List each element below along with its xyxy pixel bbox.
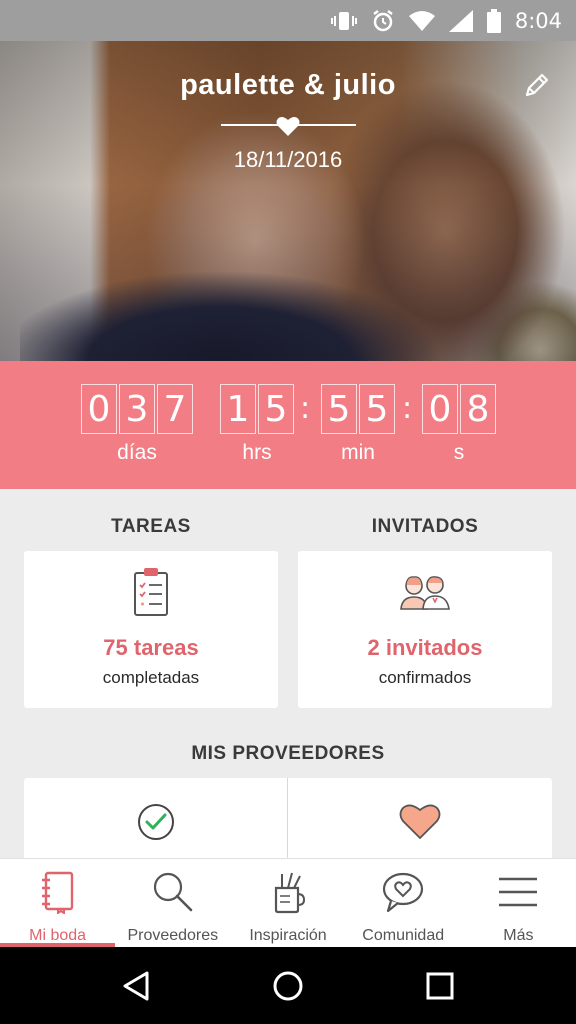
providers-title: MIS PROVEEDORES (191, 743, 385, 764)
nav-label: Más (503, 927, 534, 944)
tasks-count: 75 tareas (103, 635, 199, 660)
countdown-seconds: 0 8 (422, 384, 496, 434)
photo-shading (20, 241, 440, 361)
nav-item-inspiracion[interactable]: Inspiración (230, 859, 345, 947)
nav-label: Proveedores (127, 927, 219, 944)
countdown-digit: 5 (321, 384, 357, 434)
wifi-icon (408, 10, 435, 32)
back-triangle-icon (123, 971, 149, 1000)
guests-title: INVITADOS (371, 516, 479, 537)
system-nav-bar (0, 947, 576, 1024)
nav-item-mas[interactable]: Más (461, 859, 576, 947)
bottom-nav: Mi boda Proveedores Inspiración Comunida… (0, 858, 576, 947)
pencil-icon (525, 73, 549, 97)
guests-subtitle: confirmados (378, 668, 472, 687)
chat-heart-icon (380, 869, 426, 915)
menu-icon (495, 869, 541, 915)
nav-label: Mi boda (29, 927, 87, 944)
countdown: 0 3 7 1 5 : 5 5 : 0 8 días hrs min s (0, 361, 576, 489)
couple-names: paulette & julio (180, 69, 396, 101)
countdown-days: 0 3 7 (81, 384, 193, 434)
countdown-digit: 5 (359, 384, 395, 434)
edit-button[interactable] (520, 68, 554, 102)
countdown-minutes: 5 5 (321, 384, 395, 434)
check-circle-icon (137, 804, 174, 840)
countdown-digit: 5 (258, 384, 294, 434)
tasks-subtitle: completadas (102, 668, 200, 687)
pencil-cup-icon (265, 869, 311, 915)
status-bar: 8:04 (0, 0, 576, 41)
countdown-days-label: días (117, 441, 157, 464)
tasks-title: TAREAS (111, 516, 191, 537)
notebook-icon (35, 869, 81, 915)
booked-providers-button[interactable] (24, 778, 287, 868)
nav-label: Comunidad (362, 927, 445, 944)
heart-icon (276, 117, 300, 136)
alarm-icon (371, 9, 395, 33)
countdown-seconds-label: s (453, 441, 465, 464)
guests-icon (400, 576, 450, 610)
guests-count: 2 invitados (367, 635, 483, 660)
back-button[interactable] (111, 961, 161, 1011)
signal-icon (448, 9, 473, 32)
home-circle-icon (273, 971, 303, 1000)
countdown-digit: 7 (157, 384, 193, 434)
countdown-digit: 0 (81, 384, 117, 434)
search-icon (150, 869, 196, 915)
countdown-separator: : (300, 391, 311, 426)
recents-button[interactable] (415, 961, 465, 1011)
countdown-minutes-label: min (341, 441, 375, 464)
home-button[interactable] (263, 961, 313, 1011)
countdown-separator: : (402, 391, 413, 426)
countdown-hours: 1 5 (220, 384, 294, 434)
guests-card[interactable]: 2 invitados confirmados (298, 551, 552, 708)
providers-card (24, 778, 552, 868)
battery-icon (486, 8, 501, 33)
favorite-providers-button[interactable] (288, 778, 552, 868)
tasks-card[interactable]: 75 tareas completadas (24, 551, 278, 708)
clipboard-icon (134, 568, 168, 616)
countdown-digit: 3 (119, 384, 155, 434)
wedding-date: 18/11/2016 (233, 147, 343, 172)
countdown-digit: 0 (422, 384, 458, 434)
countdown-digit: 1 (220, 384, 256, 434)
couple-photo: paulette & julio 18/11/2016 (0, 41, 576, 361)
nav-item-proveedores[interactable]: Proveedores (115, 859, 230, 947)
vibrate-icon (330, 10, 357, 32)
countdown-digit: 8 (460, 384, 496, 434)
countdown-hours-label: hrs (242, 441, 272, 464)
nav-label: Inspiración (249, 927, 327, 944)
nav-item-mi-boda[interactable]: Mi boda (0, 859, 116, 947)
status-time: 8:04 (514, 8, 562, 33)
heart-icon (399, 804, 441, 840)
nav-item-comunidad[interactable]: Comunidad (346, 859, 461, 947)
recents-square-icon (426, 972, 454, 999)
